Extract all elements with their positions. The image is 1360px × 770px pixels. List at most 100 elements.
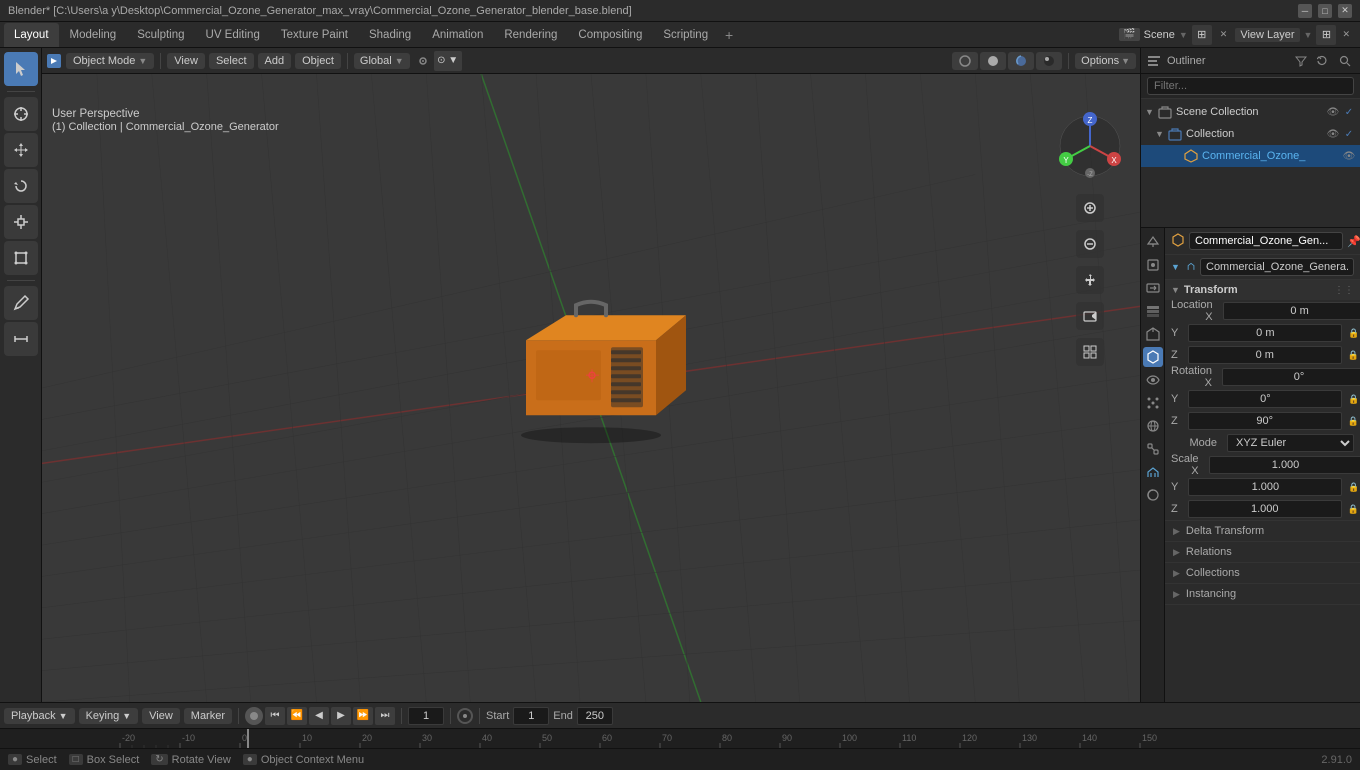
scale-y-lock-icon[interactable]: 🔒 <box>1348 482 1359 493</box>
rotation-mode-select[interactable]: XYZ Euler XZY Euler YXZ Euler YZX Euler … <box>1227 434 1354 452</box>
playback-speed-button[interactable] <box>457 708 473 724</box>
annotate-tool-button[interactable] <box>4 286 38 320</box>
object-props-icon[interactable] <box>1143 347 1163 367</box>
play-forward-button[interactable]: ▶ <box>331 707 351 725</box>
physics-props-icon[interactable] <box>1143 416 1163 436</box>
outliner-sync-button[interactable] <box>1314 52 1332 70</box>
transform-options-icon[interactable]: ⋮⋮ <box>1334 285 1354 296</box>
tab-animation[interactable]: Animation <box>422 23 493 47</box>
view-menu-timeline-button[interactable]: View <box>142 708 180 724</box>
play-back-button[interactable]: ◀ <box>309 707 329 725</box>
location-x-input[interactable] <box>1223 302 1360 320</box>
tab-sculpting[interactable]: Sculpting <box>127 23 194 47</box>
delta-transform-section[interactable]: ▶ Delta Transform <box>1165 521 1360 542</box>
scene-name[interactable]: Scene <box>1144 29 1175 41</box>
mesh-name-input[interactable] <box>1200 258 1354 276</box>
step-forward-button[interactable]: ⏩ <box>353 707 373 725</box>
camera-view-button[interactable] <box>1076 302 1104 330</box>
rotation-z-lock-icon[interactable]: 🔒 <box>1348 416 1359 427</box>
scene-canvas[interactable]: User Perspective (1) Collection | Commer… <box>42 74 1140 702</box>
add-workspace-button[interactable]: + <box>719 25 739 45</box>
tab-compositing[interactable]: Compositing <box>568 23 652 47</box>
end-frame-input[interactable] <box>577 707 613 725</box>
options-button[interactable]: Options ▼ <box>1075 53 1136 69</box>
view-layer-selector[interactable]: View Layer <box>1235 28 1299 42</box>
step-back-button[interactable]: ⏪ <box>287 707 307 725</box>
outliner-search-button[interactable] <box>1336 52 1354 70</box>
select-menu-button[interactable]: Select <box>209 53 254 69</box>
start-frame-input[interactable] <box>513 707 549 725</box>
pan-view-button[interactable] <box>1076 266 1104 294</box>
scale-z-lock-icon[interactable]: 🔒 <box>1348 504 1359 515</box>
maximize-button[interactable]: □ <box>1318 4 1332 18</box>
object-menu-button[interactable]: Object <box>295 53 341 69</box>
object-name-input[interactable] <box>1189 232 1343 250</box>
instancing-section[interactable]: ▶ Instancing <box>1165 584 1360 605</box>
outliner-filter-button[interactable] <box>1292 52 1310 70</box>
transform-tool-button[interactable] <box>4 241 38 275</box>
modifiers-props-icon[interactable] <box>1143 370 1163 390</box>
tab-rendering[interactable]: Rendering <box>494 23 567 47</box>
view-layer-props-icon[interactable] <box>1143 301 1163 321</box>
object-constraint-props-icon[interactable] <box>1143 439 1163 459</box>
grid-toggle-button[interactable] <box>1076 338 1104 366</box>
move-tool-button[interactable] <box>4 133 38 167</box>
rotation-y-input[interactable] <box>1188 390 1342 408</box>
scale-z-input[interactable] <box>1188 500 1342 518</box>
scene-data-props-icon[interactable] <box>1143 324 1163 344</box>
particles-props-icon[interactable] <box>1143 393 1163 413</box>
measure-tool-button[interactable] <box>4 322 38 356</box>
pin-icon[interactable]: 📌 <box>1347 235 1360 248</box>
add-menu-button[interactable]: Add <box>258 53 292 69</box>
output-props-icon[interactable] <box>1143 278 1163 298</box>
minimize-button[interactable]: ─ <box>1298 4 1312 18</box>
keying-menu-button[interactable]: Keying ▼ <box>79 708 139 724</box>
viewport-shading-wire[interactable] <box>952 52 978 70</box>
view-menu-button[interactable]: View <box>167 53 205 69</box>
collection-item[interactable]: ▼ Collection 👁 ✓ <box>1141 123 1360 145</box>
viewport-shading-solid[interactable] <box>980 52 1006 70</box>
collection-check[interactable]: ✓ <box>1342 129 1356 140</box>
marker-menu-button[interactable]: Marker <box>184 708 232 724</box>
rotate-tool-button[interactable] <box>4 169 38 203</box>
collection-eye[interactable]: 👁 <box>1326 129 1340 140</box>
location-z-input[interactable] <box>1188 346 1342 364</box>
object-mode-button[interactable]: Object Mode ▼ <box>66 53 154 69</box>
view-layer-options[interactable]: ⊞ <box>1316 25 1336 45</box>
relations-section[interactable]: ▶ Relations <box>1165 542 1360 563</box>
viewport-shading-material[interactable] <box>1008 52 1034 70</box>
proportional-edit-button[interactable]: ⊙ ▼ <box>434 51 462 71</box>
scale-y-input[interactable] <box>1188 478 1342 496</box>
tab-scripting[interactable]: Scripting <box>653 23 718 47</box>
jump-start-button[interactable]: ⏮ <box>265 707 285 725</box>
location-y-input[interactable] <box>1188 324 1342 342</box>
jump-end-button[interactable]: ⏭ <box>375 707 395 725</box>
zoom-in-button[interactable] <box>1076 194 1104 222</box>
rotation-z-input[interactable] <box>1188 412 1342 430</box>
tab-layout[interactable]: Layout <box>4 23 59 47</box>
rotation-y-lock-icon[interactable]: 🔒 <box>1348 394 1359 405</box>
orientation-gizmo[interactable]: Z X Y -Z <box>1050 106 1130 186</box>
tab-shading[interactable]: Shading <box>359 23 421 47</box>
object-data-props-icon[interactable] <box>1143 462 1163 482</box>
location-z-lock-icon[interactable]: 🔒 <box>1348 350 1359 361</box>
tab-modeling[interactable]: Modeling <box>60 23 127 47</box>
scale-tool-button[interactable] <box>4 205 38 239</box>
collections-section[interactable]: ▶ Collections <box>1165 563 1360 584</box>
render-props-icon[interactable] <box>1143 255 1163 275</box>
object-item[interactable]: ▶ Commercial_Ozone_ 👁 <box>1141 145 1360 167</box>
snap-toggle-icon[interactable] <box>414 52 432 70</box>
viewport[interactable]: Object Mode ▼ View Select Add Object Glo… <box>42 48 1140 702</box>
tab-uv-editing[interactable]: UV Editing <box>196 23 270 47</box>
location-y-lock-icon[interactable]: 🔒 <box>1348 328 1359 339</box>
select-tool-button[interactable] <box>4 52 38 86</box>
keyframe-dot[interactable] <box>245 707 263 725</box>
transform-orientation-button[interactable]: Global ▼ <box>354 53 410 69</box>
scene-props-icon[interactable] <box>1143 232 1163 252</box>
scene-collection-check[interactable]: ✓ <box>1342 107 1356 118</box>
zoom-out-button[interactable] <box>1076 230 1104 258</box>
cursor-tool-button[interactable] <box>4 97 38 131</box>
close-button[interactable]: ✕ <box>1338 4 1352 18</box>
scene-collection-item[interactable]: ▼ Scene Collection 👁 ✓ <box>1141 101 1360 123</box>
viewport-shading-rendered[interactable] <box>1036 52 1062 70</box>
